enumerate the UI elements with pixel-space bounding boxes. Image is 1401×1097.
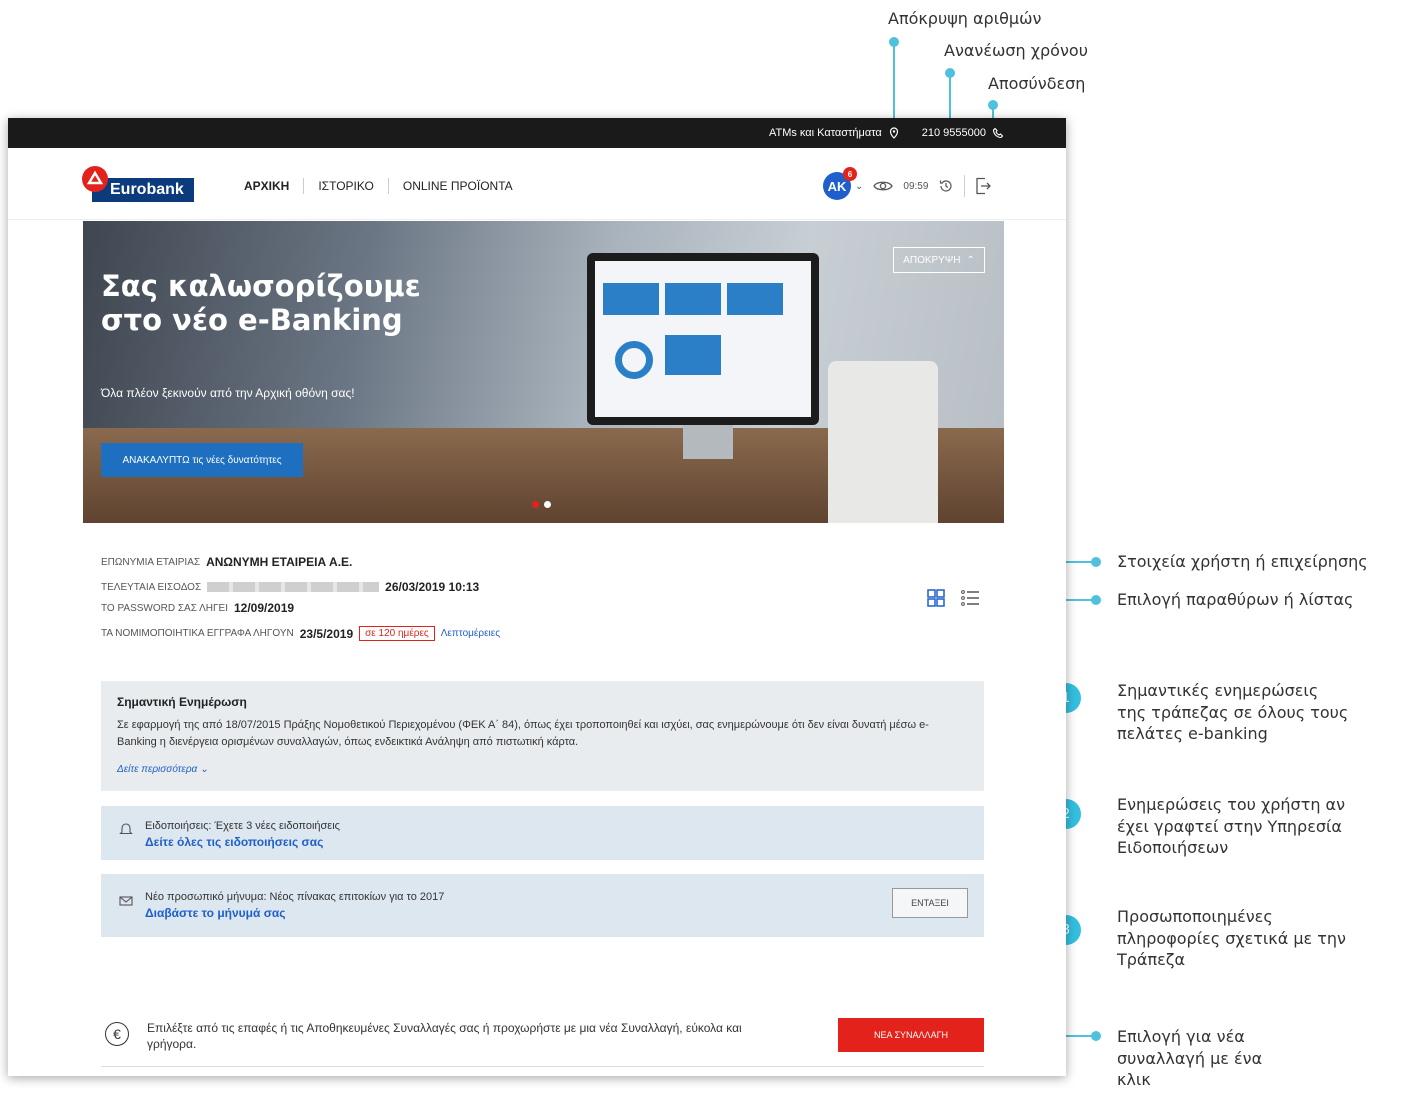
chevron-down-icon[interactable]: ⌄ [855,181,863,192]
new-transaction-row: € Επιλέξτε από τις επαφές ή τις Αποθηκευ… [101,1018,984,1054]
view-toggle [926,588,980,608]
see-more-label: Δείτε περισσότερα [117,764,198,775]
see-more-link[interactable]: Δείτε περισσότερα ⌄ [117,764,208,775]
banner-title: Σας καλωσορίζουμε στο νέο e-Banking [101,269,421,337]
phone-icon [992,127,1004,139]
grid-view-icon[interactable] [926,588,946,608]
atms-link[interactable]: ATMs και Καταστήματα [769,127,900,139]
list-view-icon[interactable] [960,588,980,608]
annotation-new-transaction: Επιλογή για νέα συναλλαγή με ένα κλικ [1117,1027,1263,1090]
chevron-up-icon: ⌃ [966,254,975,266]
location-pin-icon [889,127,898,139]
company-value: ΑΝΩΝΥΜΗ ΕΤΑΙΡΕΙΑ Α.Ε. [206,555,353,569]
notification-badge: 6 [843,167,857,181]
euro-icon: € [105,1022,129,1046]
main-nav: ΑΡΧΙΚΗ ΙΣΤΟΡΙΚΟ ONLINE ΠΡΟΪΟΝΤΑ [244,178,527,194]
avatar-initials: AK [827,178,847,194]
connector-dot [1091,1031,1101,1041]
last-login-label: ΤΕΛΕΥΤΑΙΑ ΕΙΣΟΔΟΣ [101,581,202,593]
controls-divider [964,175,966,197]
phone-link[interactable]: 210 9555000 [922,127,1004,139]
banner-subtitle: Όλα πλέον ξεκινούν από την Αρχική οθόνη … [101,386,355,400]
days-remaining-badge: σε 120 ημέρες [359,626,435,641]
divider [101,1066,984,1067]
annotation-view-toggle: Επιλογή παραθύρων ή λίστας [1117,590,1354,609]
password-row: ΤΟ PASSWORD ΣΑΣ ΛΗΓΕΙ 12/09/2019 [101,601,294,615]
carousel-dot[interactable] [544,501,551,508]
notifications-text: Ειδοποιήσεις: Έχετε 3 νέες ειδοποιήσεις [145,820,340,832]
message-panel: Νέο προσωπικό μήνυμα: Νέος πίνακας επιτο… [101,874,984,937]
new-transaction-text: Επιλέξτε από τις επαφές ή τις Αποθηκευμέ… [147,1021,742,1051]
documents-label: ΤΑ ΝΟΜΙΜΟΠΟΙΗΤΙΚΑ ΕΓΓΡΑΦΑ ΛΗΓΟΥΝ [101,628,294,639]
user-controls: AK 6 ⌄ 09:59 [823,167,992,200]
logout-icon[interactable] [975,177,992,195]
notice-title: Σημαντική Ενημέρωση [117,695,247,709]
all-notifications-link[interactable]: Δείτε όλες τις ειδοποιήσεις σας [145,835,968,849]
last-login-row: ΤΕΛΕΥΤΑΙΑ ΕΙΣΟΔΟΣ 26/03/2019 10:13 [101,580,479,594]
password-label: ΤΟ PASSWORD ΣΑΣ ΛΗΓΕΙ [101,602,228,614]
banner-chair [828,361,938,523]
details-link[interactable]: Λεπτομέρειες [441,628,500,639]
chevron-down-icon: ⌄ [200,764,209,775]
session-timer: 09:59 [903,180,929,192]
notice-text: Σε εφαρμογή της από 18/07/2015 Πράξης Νο… [117,719,929,748]
nav-online-products[interactable]: ONLINE ΠΡΟΪΟΝΤΑ [389,179,527,193]
ebanking-window: ATMs και Καταστήματα 210 9555000 Euroban… [8,118,1066,1076]
main-navbar: Eurobank ΑΡΧΙΚΗ ΙΣΤΟΡΙΚΟ ONLINE ΠΡΟΪΟΝΤΑ… [8,148,1066,220]
annotation-refresh-time: Ανανέωση χρόνου [944,41,1088,60]
bell-icon [119,823,133,835]
masked-value [207,582,380,592]
avatar[interactable]: AK 6 [823,167,857,200]
atms-label: ATMs και Καταστήματα [768,127,882,139]
company-label: ΕΠΩΝΥΜΙΑ ΕΤΑΙΡΙΑΣ [101,556,201,568]
annotation-user-info: Στοιχεία χρήστη ή επιχείρησης [1117,552,1368,571]
envelope-icon [119,896,133,906]
hide-banner-button[interactable]: ΑΠΟΚΡΥΨΗ ⌃ [893,247,985,273]
password-expiry: 12/09/2019 [233,601,295,615]
carousel-dot[interactable] [532,501,539,508]
documents-expiry: 23/5/2019 [299,626,354,641]
new-transaction-button[interactable]: ΝΕΑ ΣΥΝΑΛΛΑΓΗ [838,1018,984,1052]
banner-monitor-image [587,253,819,425]
refresh-clock-icon[interactable] [938,178,954,194]
nav-home[interactable]: ΑΡΧΙΚΗ [244,179,303,193]
discover-button[interactable]: ΑΝΑΚΑΛΥΠΤΩ τις νέες δυνατότητες [101,443,303,477]
annotation-hide-numbers: Απόκρυψη αριθμών [888,9,1042,28]
important-notice-panel: Σημαντική Ενημέρωση Σε εφαρμογή της από … [101,681,984,791]
carousel-dots [532,501,551,508]
top-bar: ATMs και Καταστήματα 210 9555000 [8,118,1066,148]
message-text: Νέο προσωπικό μήνυμα: Νέος πίνακας επιτο… [145,891,445,903]
logo-mark-icon [82,166,108,192]
annotation-logout: Αποσύνδεση [988,74,1086,93]
notifications-panel: Ειδοποιήσεις: Έχετε 3 νέες ειδοποιήσεις … [101,806,984,860]
documents-row: ΤΑ ΝΟΜΙΜΟΠΟΙΗΤΙΚΑ ΕΓΓΡΑΦΑ ΛΗΓΟΥΝ 23/5/20… [101,626,500,641]
nav-history[interactable]: ΙΣΤΟΡΙΚΟ [304,179,388,193]
welcome-banner: Σας καλωσορίζουμε στο νέο e-Banking Όλα … [83,221,1004,523]
last-login-value: 26/03/2019 10:13 [385,580,480,594]
connector-dot [1091,557,1101,567]
company-row: ΕΠΩΝΥΜΙΑ ΕΤΑΙΡΙΑΣ ΑΝΩΝΥΜΗ ΕΤΑΙΡΕΙΑ Α.Ε. [101,555,352,569]
eurobank-logo[interactable]: Eurobank [82,166,194,202]
hide-banner-label: ΑΠΟΚΡΥΨΗ [903,254,961,266]
phone-number: 210 9555000 [921,127,986,139]
read-message-link[interactable]: Διαβάστε το μήνυμά σας [145,906,968,920]
annotation-note-3: Προσωποποιημένες πληροφορίες σχετικά με … [1117,907,1346,970]
annotation-note-2: Ενημερώσεις του χρήστη αν έχει γραφτεί σ… [1117,795,1346,858]
eye-icon[interactable] [873,179,894,193]
connector-dot [1091,595,1101,605]
banner-monitor-stand [683,425,733,459]
annotation-note-1: Σημαντικές ενημερώσεις της τράπεζας σε ό… [1117,681,1349,744]
ok-button[interactable]: ΕΝΤΑΞΕΙ [892,888,968,918]
